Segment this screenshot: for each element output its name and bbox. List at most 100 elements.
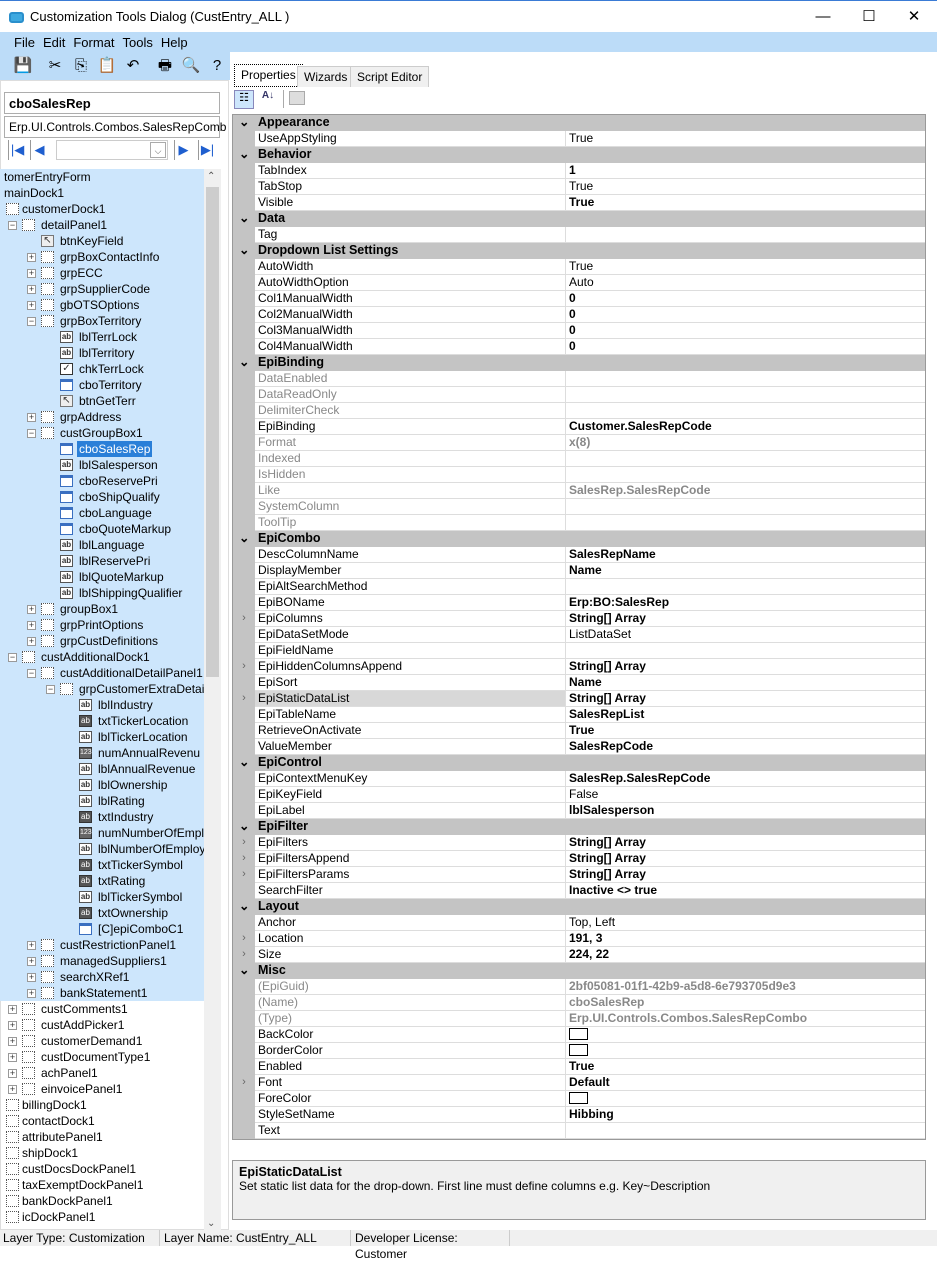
tree-item[interactable]: billingDock1 <box>0 1097 204 1113</box>
property-value[interactable] <box>566 643 925 659</box>
property-row[interactable]: ToolTip <box>233 515 925 531</box>
tree-item[interactable]: cboSalesRep <box>0 441 204 457</box>
property-row[interactable]: › EpiStaticDataList String[] Array <box>233 691 925 707</box>
tree-item[interactable]: ab lblTerritory <box>0 345 204 361</box>
tree-item[interactable]: mainDock1 <box>0 185 204 201</box>
collapse-chevron-icon[interactable]: ⌄ <box>239 819 249 834</box>
property-row[interactable]: › EpiColumns String[] Array <box>233 611 925 627</box>
collapse-icon[interactable]: − <box>27 317 36 326</box>
property-row[interactable]: Col1ManualWidth 0 <box>233 291 925 307</box>
property-value[interactable]: 0 <box>566 307 925 323</box>
property-row[interactable]: AutoWidthOption Auto <box>233 275 925 291</box>
property-category[interactable]: ⌄ EpiBinding <box>233 355 925 371</box>
menu-help[interactable]: Help <box>157 32 192 53</box>
previous-record-icon[interactable]: ◀ <box>30 140 48 160</box>
expand-icon[interactable]: + <box>27 621 36 630</box>
expand-icon[interactable]: + <box>27 285 36 294</box>
property-row[interactable]: EpiFieldName <box>233 643 925 659</box>
collapse-chevron-icon[interactable]: ⌄ <box>239 531 249 546</box>
property-value[interactable]: lblSalesperson <box>566 803 925 819</box>
tree-item[interactable]: ab lblLanguage <box>0 537 204 553</box>
tree-item[interactable]: ab lblNumberOfEmploy <box>0 841 204 857</box>
property-value[interactable]: Name <box>566 563 925 579</box>
tree-item[interactable]: ab lblIndustry <box>0 697 204 713</box>
tree-item[interactable]: + searchXRef1 <box>0 969 204 985</box>
property-row[interactable]: ForeColor <box>233 1091 925 1107</box>
property-value[interactable]: Default <box>566 1075 925 1091</box>
property-value[interactable]: 1 <box>566 163 925 179</box>
property-row[interactable]: DataReadOnly <box>233 387 925 403</box>
tree-item[interactable]: cboTerritory <box>0 377 204 393</box>
property-pages-icon[interactable] <box>289 91 305 105</box>
tree-item[interactable]: + custComments1 <box>0 1001 204 1017</box>
property-row[interactable]: EpiTableName SalesRepList <box>233 707 925 723</box>
tree-item[interactable]: − detailPanel1 <box>0 217 204 233</box>
property-row[interactable]: › Size 224, 22 <box>233 947 925 963</box>
property-row[interactable]: › EpiFilters String[] Array <box>233 835 925 851</box>
collapse-chevron-icon[interactable]: ⌄ <box>239 963 249 978</box>
save-icon[interactable]: 💾 <box>12 56 34 76</box>
property-value[interactable] <box>566 515 925 531</box>
tree-item[interactable]: + achPanel1 <box>0 1065 204 1081</box>
color-swatch[interactable] <box>569 1091 588 1104</box>
property-value[interactable]: Erp:BO:SalesRep <box>566 595 925 611</box>
property-value[interactable]: Hibbing <box>566 1107 925 1123</box>
property-row[interactable]: EpiSort Name <box>233 675 925 691</box>
expand-icon[interactable]: + <box>8 1069 17 1078</box>
tree-item[interactable]: 123 numNumberOfEmpl <box>0 825 204 841</box>
property-value[interactable]: False <box>566 787 925 803</box>
property-value[interactable] <box>566 1123 925 1139</box>
chevron-down-icon[interactable]: ⌵ <box>150 142 166 158</box>
property-value[interactable] <box>566 467 925 483</box>
print-preview-icon[interactable]: 🔍 <box>180 56 202 76</box>
expand-chevron-icon[interactable]: › <box>233 691 255 707</box>
first-record-icon[interactable]: |◀ <box>8 140 26 160</box>
tree-item[interactable]: icDockPanel1 <box>0 1209 204 1225</box>
property-row[interactable]: › EpiFiltersParams String[] Array <box>233 867 925 883</box>
collapse-chevron-icon[interactable]: ⌄ <box>239 211 249 226</box>
tree-item[interactable]: cboQuoteMarkup <box>0 521 204 537</box>
tree-item[interactable]: ab lblTickerLocation <box>0 729 204 745</box>
property-value[interactable]: x(8) <box>566 435 925 451</box>
property-category[interactable]: ⌄ EpiControl <box>233 755 925 771</box>
alphabetical-sort-icon[interactable]: A↓ <box>258 90 278 109</box>
expand-chevron-icon[interactable]: › <box>233 931 255 947</box>
expand-icon[interactable]: + <box>8 1085 17 1094</box>
property-row[interactable]: › Font Default <box>233 1075 925 1091</box>
tree-item[interactable]: customerDock1 <box>0 201 204 217</box>
tree-item[interactable]: ab lblQuoteMarkup <box>0 569 204 585</box>
tree-item[interactable]: ab txtTickerSymbol <box>0 857 204 873</box>
property-value[interactable]: String[] Array <box>566 835 925 851</box>
property-row[interactable]: EpiLabel lblSalesperson <box>233 803 925 819</box>
color-swatch[interactable] <box>569 1043 588 1056</box>
expand-icon[interactable]: + <box>8 1005 17 1014</box>
tree-item[interactable]: − grpBoxTerritory <box>0 313 204 329</box>
expand-icon[interactable]: + <box>27 637 36 646</box>
expand-icon[interactable]: + <box>27 989 36 998</box>
tree-item[interactable]: + managedSuppliers1 <box>0 953 204 969</box>
expand-chevron-icon[interactable]: › <box>233 659 255 675</box>
tree-item[interactable]: ↖ btnKeyField <box>0 233 204 249</box>
collapse-chevron-icon[interactable]: ⌄ <box>239 147 249 162</box>
tree-item[interactable]: + grpECC <box>0 265 204 281</box>
property-row[interactable]: BackColor <box>233 1027 925 1043</box>
tree-item[interactable]: ab lblRating <box>0 793 204 809</box>
property-value[interactable]: SalesRepName <box>566 547 925 563</box>
tree-item[interactable]: ↖ btnGetTerr <box>0 393 204 409</box>
expand-icon[interactable]: + <box>27 941 36 950</box>
property-value[interactable]: SalesRepCode <box>566 739 925 755</box>
property-value[interactable]: SalesRep.SalesRepCode <box>566 771 925 787</box>
collapse-icon[interactable]: − <box>27 669 36 678</box>
tree-item[interactable]: ab lblOwnership <box>0 777 204 793</box>
property-row[interactable]: (Type) Erp.UI.Controls.Combos.SalesRepCom… <box>233 1011 925 1027</box>
property-value[interactable]: ListDataSet <box>566 627 925 643</box>
property-row[interactable]: Col4ManualWidth 0 <box>233 339 925 355</box>
tree-item[interactable]: 123 numAnnualRevenu <box>0 745 204 761</box>
property-row[interactable]: RetrieveOnActivate True <box>233 723 925 739</box>
property-row[interactable]: TabStop True <box>233 179 925 195</box>
tree-item[interactable]: + grpSupplierCode <box>0 281 204 297</box>
close-button[interactable]: ✕ <box>891 5 937 29</box>
property-row[interactable]: Col2ManualWidth 0 <box>233 307 925 323</box>
property-value[interactable] <box>566 403 925 419</box>
property-row[interactable]: Like SalesRep.SalesRepCode <box>233 483 925 499</box>
